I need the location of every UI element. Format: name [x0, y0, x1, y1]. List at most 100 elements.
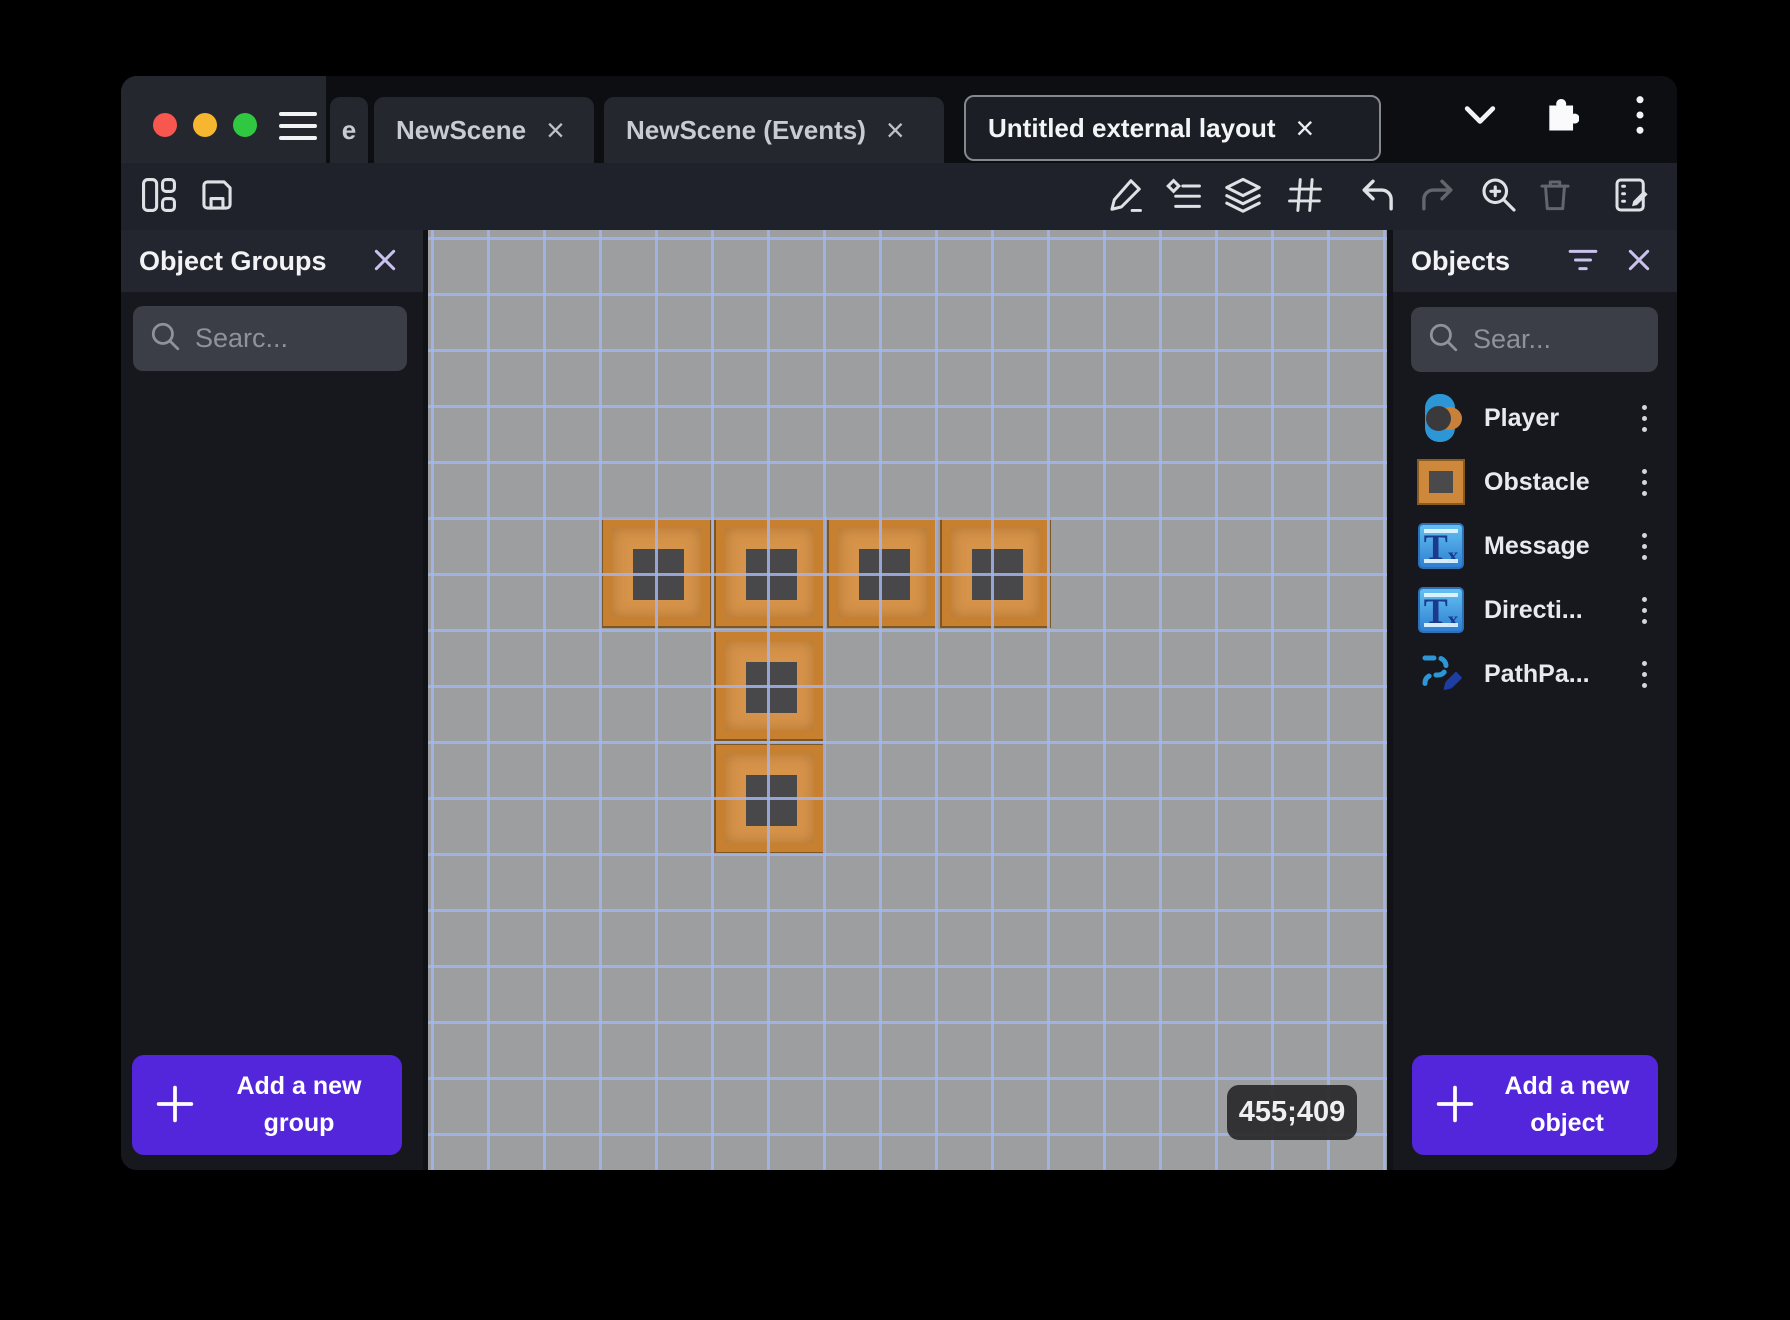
tab-bar: e NewScene × NewScene (Events) × Untitle…: [121, 76, 1677, 163]
object-groups-search[interactable]: [133, 306, 407, 371]
object-groups-panel: Object Groups Searc... Add a new group: [121, 230, 423, 1170]
pencil-icon: [1106, 176, 1144, 217]
obstacle-instance-core: [859, 549, 910, 600]
plus-icon: [1434, 1083, 1476, 1128]
object-row[interactable]: Player: [1393, 386, 1677, 450]
window-minimize-button[interactable]: [193, 113, 217, 137]
obstacle-instance[interactable]: [714, 517, 825, 628]
object-row[interactable]: Obstacle: [1393, 450, 1677, 514]
object-menu-button[interactable]: [1627, 652, 1661, 696]
diamond-list-icon: [1165, 176, 1203, 217]
delete-button[interactable]: [1529, 171, 1581, 223]
add-object-label-line2: object: [1530, 1109, 1604, 1137]
titlebar: [121, 76, 326, 163]
extensions-button[interactable]: [1528, 84, 1592, 148]
panel-title: Object Groups: [139, 245, 327, 276]
add-group-button[interactable]: Add a new group: [132, 1055, 402, 1155]
redo-icon: [1417, 175, 1457, 218]
add-object-button[interactable]: Add a new object: [1412, 1055, 1658, 1155]
object-name: Obstacle: [1484, 467, 1590, 496]
obstacle-icon: [1417, 459, 1465, 505]
tab-newscene[interactable]: NewScene ×: [374, 97, 594, 163]
close-panel-button[interactable]: [365, 241, 405, 281]
window-more-menu-button[interactable]: [1608, 84, 1672, 148]
undo-button[interactable]: [1352, 171, 1404, 223]
object-menu-button[interactable]: [1627, 460, 1661, 504]
layers-icon: [1223, 175, 1263, 218]
tab-label: NewScene (Events): [626, 114, 866, 145]
obstacle-instance[interactable]: [601, 517, 712, 628]
close-icon: [1626, 247, 1652, 276]
gdevelop-window: e NewScene × NewScene (Events) × Untitle…: [121, 76, 1677, 1170]
close-panel-button[interactable]: [1619, 241, 1659, 281]
cursor-coordinates-badge: 455;409: [1227, 1085, 1357, 1140]
grid-toggle-button[interactable]: [1279, 171, 1331, 223]
object-name: Player: [1484, 403, 1560, 432]
scene-canvas[interactable]: 455;409: [428, 230, 1387, 1170]
obstacle-instance-core: [746, 662, 797, 713]
tab-newscene-events[interactable]: NewScene (Events) ×: [604, 97, 944, 163]
objects-header: Objects: [1393, 230, 1677, 292]
plus-icon: [154, 1083, 196, 1128]
toolbar: Preview Publish: [121, 163, 1677, 309]
object-name: PathPa...: [1484, 659, 1590, 688]
add-group-label-line1: Add a new: [236, 1071, 362, 1100]
obstacle-instance[interactable]: [714, 630, 825, 741]
object-row[interactable]: Tx Message: [1393, 514, 1677, 578]
objects-panel: Objects Sear... Player Obstacle T x Mess…: [1393, 230, 1677, 1170]
notebook-edit-icon: [1612, 175, 1652, 218]
chevron-down-icon: [1462, 103, 1498, 130]
screenshot-stage: e NewScene × NewScene (Events) × Untitle…: [0, 0, 1790, 1320]
filter-icon: [1568, 247, 1598, 276]
obstacle-instance[interactable]: [714, 743, 825, 854]
object-name: Directi...: [1484, 595, 1583, 624]
object-menu-button[interactable]: [1627, 524, 1661, 568]
add-object-label-line1: Add a new: [1504, 1071, 1630, 1100]
edit-object-button[interactable]: [1099, 171, 1151, 223]
redo-button[interactable]: [1411, 171, 1463, 223]
window-maximize-button[interactable]: [233, 113, 257, 137]
edit-scene-properties-button[interactable]: [1606, 171, 1658, 223]
search-input[interactable]: [1473, 324, 1642, 355]
project-manager-button[interactable]: [133, 171, 185, 223]
trash-icon: [1536, 176, 1574, 217]
object-row[interactable]: PathPa...: [1393, 642, 1677, 706]
objects-search[interactable]: [1411, 307, 1658, 372]
save-button[interactable]: [191, 171, 243, 223]
tab-untitled-external-layout[interactable]: Untitled external layout ×: [964, 95, 1381, 161]
player-icon: [1420, 394, 1462, 442]
objects-list: Player Obstacle Tx Message T x Directi..…: [1393, 386, 1677, 706]
undo-icon: [1358, 175, 1398, 218]
object-menu-button[interactable]: [1627, 396, 1661, 440]
kebab-menu-icon: [1635, 95, 1645, 138]
canvas-instances: [428, 230, 1387, 1170]
puzzle-piece-icon: [1541, 96, 1580, 137]
text-object-icon: Tx: [1418, 587, 1464, 633]
zoom-in-icon: [1479, 175, 1519, 218]
tab-label: NewScene: [396, 114, 527, 145]
tab-clipped[interactable]: e: [330, 97, 368, 163]
grid-icon: [1286, 176, 1324, 217]
filter-objects-button[interactable]: [1563, 241, 1603, 281]
panels-layout-icon: [140, 176, 178, 217]
obstacle-instance[interactable]: [827, 517, 938, 628]
object-menu-button[interactable]: [1627, 588, 1661, 632]
panel-title: Objects: [1411, 245, 1511, 276]
object-groups-header: Object Groups: [121, 230, 423, 292]
close-icon: [372, 247, 398, 276]
tabs-overflow-button[interactable]: [1448, 84, 1512, 148]
tab-close-icon[interactable]: ×: [886, 114, 905, 146]
zoom-button[interactable]: [1473, 171, 1525, 223]
editor-content: 455;409 Object Groups Searc... Add a new…: [121, 230, 1677, 1170]
main-menu-icon[interactable]: [279, 112, 317, 140]
instances-list-button[interactable]: [1158, 171, 1210, 223]
tab-close-icon[interactable]: ×: [546, 114, 565, 146]
window-close-button[interactable]: [153, 113, 177, 137]
obstacle-instance-core: [633, 549, 684, 600]
layers-button[interactable]: [1217, 171, 1269, 223]
search-input[interactable]: [195, 323, 391, 354]
object-row[interactable]: Tx Directi...: [1393, 578, 1677, 642]
add-group-label-line2: group: [263, 1109, 335, 1137]
obstacle-instance[interactable]: [940, 517, 1051, 628]
tab-close-icon[interactable]: ×: [1296, 112, 1315, 144]
